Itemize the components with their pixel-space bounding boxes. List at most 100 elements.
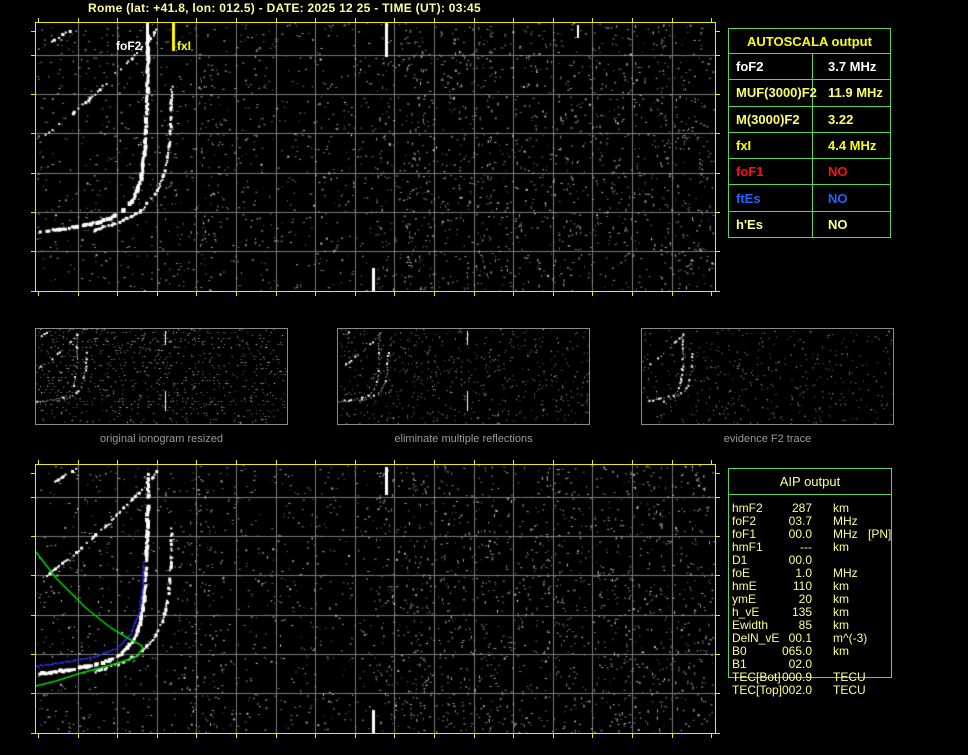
axis-tick: [276, 18, 277, 22]
aip-unit: km: [833, 540, 849, 554]
axis-tick: [394, 460, 395, 464]
axis-tick: [434, 734, 435, 738]
axis-tick: [38, 734, 39, 738]
aip-row-deln-ve: DelN_vE 00.1 m^(-3): [728, 632, 928, 645]
autoscala-row-fof1: foF1 NO: [729, 159, 890, 186]
axis-tick: [31, 615, 35, 616]
axis-tick: [157, 292, 158, 296]
axis-tick: [31, 473, 35, 474]
axis-tick: [31, 693, 35, 694]
axis-tick: [592, 460, 593, 464]
axis-tick: [716, 575, 720, 576]
axis-tick: [716, 536, 720, 537]
autoscala-value: 11.9 MHz: [828, 85, 883, 101]
axis-tick: [632, 292, 633, 296]
autoscala-table-rows: foF2 3.7 MHz MUF(3000)F2 11.9 MHz M(3000)F2 3…: [729, 54, 890, 237]
axis-tick: [31, 654, 35, 655]
axis-tick: [513, 460, 514, 464]
axis-tick: [315, 292, 316, 296]
axis-tick: [513, 734, 514, 738]
axis-tick: [196, 734, 197, 738]
axis-tick: [716, 31, 720, 32]
axis-tick: [716, 473, 720, 474]
aip-row-d1: D1 00.0: [728, 554, 928, 567]
axis-tick: [474, 18, 475, 22]
autoscala-param: fxI: [729, 132, 813, 159]
axis-tick: [31, 251, 35, 252]
autoscala-value: NO: [828, 164, 848, 180]
autoscala-row-muf-3000-f2: MUF(3000)F2 11.9 MHz: [729, 80, 890, 107]
axis-tick: [31, 575, 35, 576]
axis-tick: [716, 55, 720, 56]
axis-tick: [196, 18, 197, 22]
axis-tick: [355, 18, 356, 22]
autoscala-param: foF1: [729, 159, 813, 185]
top-ionogram-canvas: [36, 23, 715, 291]
axis-tick: [78, 292, 79, 296]
thumbnail-f2-canvas: [642, 329, 893, 424]
axis-tick: [78, 18, 79, 22]
axis-tick: [117, 460, 118, 464]
autoscala-row-h-es: h'Es NO: [729, 211, 890, 237]
axis-tick: [474, 734, 475, 738]
axis-tick: [31, 497, 35, 498]
aip-table-title: AIP output: [779, 474, 841, 489]
axis-tick: [157, 18, 158, 22]
axis-tick: [716, 94, 720, 95]
axis-tick: [117, 734, 118, 738]
axis-tick: [236, 734, 237, 738]
axis-tick: [434, 292, 435, 296]
axis-tick: [434, 460, 435, 464]
autoscala-output-table: AUTOSCALA output foF2 3.7 MHz MUF(3000)F2 1…: [728, 28, 891, 238]
autoscala-row-ftes: ftEs NO: [729, 185, 890, 212]
autoscala-param: h'Es: [729, 211, 813, 237]
aip-row-hmf1: hmF1 --- km: [728, 541, 928, 554]
axis-tick: [315, 18, 316, 22]
axis-tick: [394, 292, 395, 296]
thumbnail-reflections-canvas: [338, 329, 589, 424]
thumbnail-f2-trace: [641, 328, 894, 425]
axis-tick: [31, 536, 35, 537]
axis-tick: [632, 460, 633, 464]
aip-row-hmf2: hmF2 287 km: [728, 502, 928, 515]
axis-tick: [716, 654, 720, 655]
axis-tick: [553, 18, 554, 22]
axis-tick: [31, 133, 35, 134]
axis-tick: [78, 460, 79, 464]
axis-tick: [276, 460, 277, 464]
autoscala-param: M(3000)F2: [729, 106, 813, 132]
axis-tick: [236, 292, 237, 296]
axis-tick: [672, 460, 673, 464]
autoscala-param: MUF(3000)F2: [729, 80, 817, 106]
axis-tick: [716, 133, 720, 134]
axis-tick: [672, 734, 673, 738]
autoscala-value: 3.22: [828, 111, 854, 127]
axis-tick: [117, 292, 118, 296]
autoscala-value: 3.7 MHz: [828, 59, 877, 75]
axis-tick: [553, 460, 554, 464]
axis-tick: [31, 173, 35, 174]
axis-tick: [716, 291, 720, 292]
autoscala-param: foF2: [729, 54, 813, 80]
axis-tick: [38, 460, 39, 464]
axis-tick: [31, 94, 35, 95]
thumbnail-caption-original: original ionogram resized: [100, 433, 223, 445]
axis-tick: [355, 292, 356, 296]
axis-tick: [117, 18, 118, 22]
axis-tick: [196, 460, 197, 464]
axis-tick: [434, 18, 435, 22]
axis-tick: [592, 292, 593, 296]
thumbnail-caption-reflections: eliminate multiple reflections: [394, 433, 533, 445]
thumbnail-original-canvas: [36, 329, 287, 424]
axis-tick: [716, 497, 720, 498]
axis-tick: [315, 460, 316, 464]
axis-tick: [711, 292, 712, 296]
axis-tick: [31, 31, 35, 32]
axis-tick: [394, 734, 395, 738]
autoscala-window: Rome (lat: +41.8, lon: 012.5) - DATE: 20…: [0, 0, 968, 755]
axis-tick: [276, 292, 277, 296]
aip-row-tec-top-: TEC[Top] 002.0 TECU: [728, 684, 928, 697]
axis-tick: [157, 734, 158, 738]
aip-value: 002.0: [781, 683, 812, 697]
autoscala-value: NO: [828, 216, 848, 232]
